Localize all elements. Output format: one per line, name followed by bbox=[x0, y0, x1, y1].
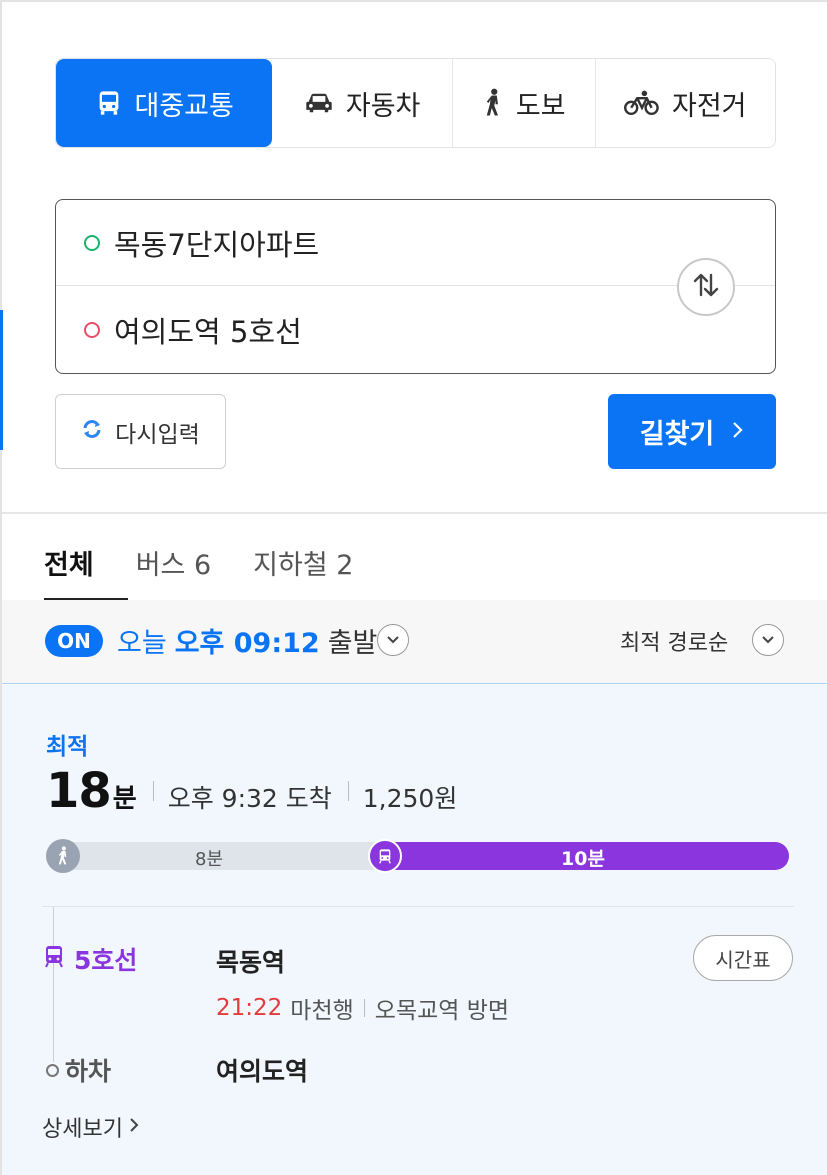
origin-text: 목동7단지아파트 bbox=[114, 227, 320, 262]
location-input-box: 목동7단지아파트 여의도역 5호선 bbox=[55, 199, 776, 374]
subway-duration-label: 10분 bbox=[561, 848, 605, 870]
chevron-down-icon[interactable] bbox=[377, 624, 409, 656]
departure-time-text[interactable]: 오늘 오후 09:12 출발 bbox=[117, 621, 377, 660]
bicycle-icon bbox=[623, 89, 660, 117]
alight-station: 여의도역 bbox=[216, 1057, 309, 1086]
timetable-button[interactable]: 시간표 bbox=[693, 935, 793, 981]
car-icon bbox=[304, 90, 334, 116]
alight-text: 하차 bbox=[65, 1057, 112, 1086]
bus-icon bbox=[95, 89, 123, 117]
subway-line-label: 5호선 bbox=[42, 941, 137, 977]
line-name: 5호선 bbox=[74, 946, 138, 975]
departure-bar: ON 오늘 오후 09:12 출발 최적 경로순 bbox=[2, 600, 827, 684]
swap-locations-button[interactable] bbox=[677, 258, 735, 316]
section-divider bbox=[2, 512, 827, 514]
route-time-bar: 8분 10분 bbox=[46, 839, 789, 873]
chevron-right-icon bbox=[732, 418, 744, 446]
tab-subway[interactable]: 지하철 2 bbox=[253, 525, 353, 600]
walk-segment-icon bbox=[46, 839, 80, 873]
walk-icon bbox=[482, 88, 504, 118]
walk-duration-label: 8분 bbox=[195, 849, 224, 870]
separator bbox=[363, 999, 365, 1017]
alight-label: 하차 bbox=[46, 1052, 111, 1088]
route-card[interactable]: 최적 18 분 오후 9:32 도착 1,250원 8분 10분 5호선 목동역… bbox=[2, 685, 827, 1175]
timeline-line bbox=[53, 907, 54, 1062]
result-filter-tabs: 전체 버스 6 지하철 2 bbox=[44, 525, 395, 600]
train-direction: 오목교역 방면 bbox=[374, 998, 510, 1024]
subway-segment-icon bbox=[368, 839, 402, 873]
tab-all[interactable]: 전체 bbox=[44, 525, 94, 600]
destination-field[interactable]: 여의도역 5호선 bbox=[56, 287, 775, 373]
chevron-right-icon bbox=[129, 1115, 139, 1140]
arrival-time: 오후 9:32 도착 bbox=[167, 784, 332, 813]
origin-field[interactable]: 목동7단지아파트 bbox=[56, 200, 775, 286]
details-label: 상세보기 bbox=[42, 1117, 123, 1142]
reset-label: 다시입력 bbox=[115, 421, 200, 448]
departure-day: 오늘 bbox=[117, 628, 167, 659]
tab-bicycle[interactable]: 자전거 bbox=[595, 59, 775, 147]
reset-button[interactable]: 다시입력 bbox=[55, 394, 226, 469]
departure-time: 오후 09:12 bbox=[174, 628, 320, 659]
alight-dot-icon bbox=[46, 1063, 59, 1077]
details-link[interactable]: 상세보기 bbox=[42, 1111, 139, 1143]
destination-dot-icon bbox=[84, 322, 100, 338]
best-route-badge: 최적 bbox=[46, 734, 89, 760]
left-accent-bar bbox=[0, 310, 3, 450]
destination-text: 여의도역 5호선 bbox=[114, 315, 302, 349]
realtime-toggle[interactable]: ON bbox=[45, 625, 103, 657]
train-arrival-info: 21:22 마천행 오목교역 방면 bbox=[216, 991, 509, 1025]
train-arrival-time: 21:22 bbox=[216, 995, 283, 1021]
separator bbox=[347, 781, 349, 801]
swap-arrows-icon bbox=[691, 271, 721, 303]
tab-public-transit[interactable]: 대중교통 bbox=[56, 59, 273, 147]
tab-label: 대중교통 bbox=[134, 90, 234, 122]
duration-value: 18 bbox=[46, 763, 112, 819]
tab-subway-label: 지하철 2 bbox=[253, 550, 354, 581]
sort-option[interactable]: 최적 경로순 bbox=[620, 625, 728, 657]
find-route-button[interactable]: 길찾기 bbox=[608, 394, 776, 469]
refresh-icon bbox=[81, 418, 103, 446]
card-divider bbox=[42, 906, 794, 907]
origin-dot-icon bbox=[84, 234, 100, 251]
chevron-down-icon[interactable] bbox=[752, 624, 784, 656]
separator bbox=[152, 781, 154, 801]
tab-label: 자전거 bbox=[671, 90, 747, 122]
train-destination: 마천행 bbox=[290, 998, 354, 1024]
tab-car[interactable]: 자동차 bbox=[272, 59, 453, 147]
tab-walk[interactable]: 도보 bbox=[452, 59, 596, 147]
subway-icon bbox=[42, 943, 66, 975]
tab-all-label: 전체 bbox=[44, 550, 94, 581]
transport-mode-tabs: 대중교통 자동차 도보 자전거 bbox=[55, 58, 776, 148]
duration-unit: 분 bbox=[112, 784, 137, 814]
tab-label: 도보 bbox=[515, 90, 566, 122]
departure-suffix: 출발 bbox=[327, 628, 378, 659]
fare: 1,250원 bbox=[362, 784, 458, 813]
tab-label: 자동차 bbox=[345, 90, 421, 122]
route-summary: 18 분 오후 9:32 도착 1,250원 bbox=[46, 763, 457, 819]
board-station: 목동역 bbox=[216, 948, 286, 977]
tab-bus-label: 버스 6 bbox=[135, 550, 212, 581]
search-label: 길찾기 bbox=[639, 419, 715, 450]
tab-bus[interactable]: 버스 6 bbox=[136, 525, 211, 600]
